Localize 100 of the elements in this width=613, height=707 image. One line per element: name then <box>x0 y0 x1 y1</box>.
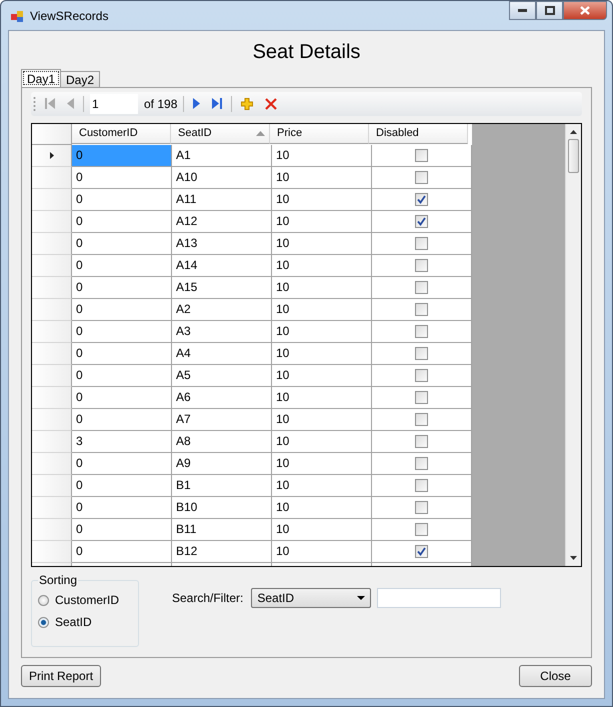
position-field[interactable]: 1 <box>90 94 138 114</box>
table-cell: 10 <box>272 386 372 409</box>
table-cell: 0 <box>72 452 172 475</box>
row-header[interactable] <box>32 474 72 497</box>
table-cell: 10 <box>272 320 372 343</box>
table-cell: B11 <box>172 518 272 541</box>
sort-option[interactable]: CustomerID <box>38 589 132 611</box>
table-cell: 0 <box>72 298 172 321</box>
table-cell: A9 <box>172 452 272 475</box>
print-report-button[interactable]: Print Report <box>21 665 102 687</box>
row-header[interactable] <box>32 364 72 387</box>
table-cell: 3 <box>72 430 172 453</box>
row-header[interactable] <box>32 430 72 453</box>
page-heading: Seat Details <box>252 40 362 65</box>
check-icon <box>417 546 426 556</box>
minimize-button[interactable] <box>509 1 536 20</box>
table-cell: 0 <box>72 144 172 167</box>
grip-icon <box>33 96 36 112</box>
table-cell: 10 <box>272 364 372 387</box>
maximize-icon <box>544 6 554 15</box>
radio-button[interactable] <box>38 616 49 628</box>
table-cell: A15 <box>172 276 272 299</box>
table-cell: A6 <box>172 386 272 409</box>
filter-field-dropdown[interactable]: SeatID <box>251 588 372 608</box>
table-cell: A5 <box>172 364 272 387</box>
current-row-icon <box>50 152 54 159</box>
last-icon <box>212 98 222 110</box>
tab[interactable]: Day1 <box>21 69 62 87</box>
row-header[interactable] <box>32 144 72 167</box>
table-cell: 0 <box>72 254 172 277</box>
row-header[interactable] <box>32 342 72 365</box>
delete-icon <box>265 98 278 110</box>
header-label: Price <box>277 127 302 140</box>
header-label: Disabled <box>376 127 419 140</box>
row-header[interactable] <box>32 496 72 519</box>
table-cell: 10 <box>272 342 372 365</box>
table-cell: 0 <box>72 320 172 343</box>
row-header[interactable] <box>32 166 72 189</box>
table-cell: 10 <box>272 144 372 167</box>
row-header[interactable] <box>32 408 72 431</box>
table-cell: B10 <box>172 496 272 519</box>
table-cell: 10 <box>272 474 372 497</box>
radio-button[interactable] <box>38 594 49 606</box>
option-label: SeatID <box>55 615 92 629</box>
table-cell: A1 <box>172 144 272 167</box>
table-cell: 0 <box>72 540 172 563</box>
first-icon <box>45 98 55 110</box>
column-header[interactable]: Price <box>270 124 369 144</box>
table-cell: A8 <box>172 430 272 453</box>
table-cell: 10 <box>272 408 372 431</box>
row-header[interactable] <box>32 298 72 321</box>
check-icon <box>417 216 426 226</box>
close-button[interactable]: Close <box>519 665 592 687</box>
search-field[interactable] <box>377 588 502 608</box>
table-cell: 0 <box>72 408 172 431</box>
column-header[interactable]: Disabled <box>369 124 468 144</box>
table-cell: 10 <box>272 540 372 563</box>
table-cell: 0 <box>72 386 172 409</box>
table-cell: 0 <box>72 210 172 233</box>
table-cell: 10 <box>272 254 372 277</box>
first-record-button[interactable] <box>42 98 58 110</box>
minimize-icon <box>518 9 527 12</box>
tab[interactable]: Day2 <box>60 71 100 87</box>
sort-option[interactable]: SeatID <box>38 611 132 633</box>
row-header[interactable] <box>32 254 72 277</box>
table-cell: 0 <box>72 518 172 541</box>
table-cell: 10 <box>272 430 372 453</box>
table-cell: B1 <box>172 474 272 497</box>
record-count: of 198 <box>144 96 178 111</box>
table-cell: A10 <box>172 166 272 189</box>
row-header[interactable] <box>32 320 72 343</box>
table-cell: 10 <box>272 518 372 541</box>
maximize-button[interactable] <box>536 1 563 20</box>
dropdown-arrow-icon <box>357 596 366 600</box>
row-header[interactable] <box>32 386 72 409</box>
plus-icon <box>241 98 254 110</box>
header-label: SeatID <box>178 127 212 140</box>
row-header[interactable] <box>32 518 72 541</box>
row-header[interactable] <box>32 232 72 255</box>
row-header[interactable] <box>32 276 72 299</box>
table-cell: 10 <box>272 496 372 519</box>
column-header[interactable]: CustomerID <box>72 124 171 144</box>
table-cell: 10 <box>272 276 372 299</box>
table-cell: A2 <box>172 298 272 321</box>
header-label: CustomerID <box>79 127 138 140</box>
row-header[interactable] <box>32 452 72 475</box>
table-cell: 0 <box>72 496 172 519</box>
table-cell: B12 <box>172 540 272 563</box>
table-cell: 10 <box>272 210 372 233</box>
table-cell: 0 <box>72 342 172 365</box>
column-header[interactable]: SeatID <box>171 124 270 144</box>
scroll-thumb[interactable] <box>568 138 579 173</box>
table-cell: A12 <box>172 210 272 233</box>
table-cell: 10 <box>272 452 372 475</box>
table-cell: A3 <box>172 320 272 343</box>
close-window-button[interactable] <box>563 1 607 20</box>
vertical-scrollbar[interactable] <box>565 124 581 566</box>
table-cell: 0 <box>72 276 172 299</box>
close-icon <box>580 6 590 15</box>
next-icon <box>193 98 200 110</box>
